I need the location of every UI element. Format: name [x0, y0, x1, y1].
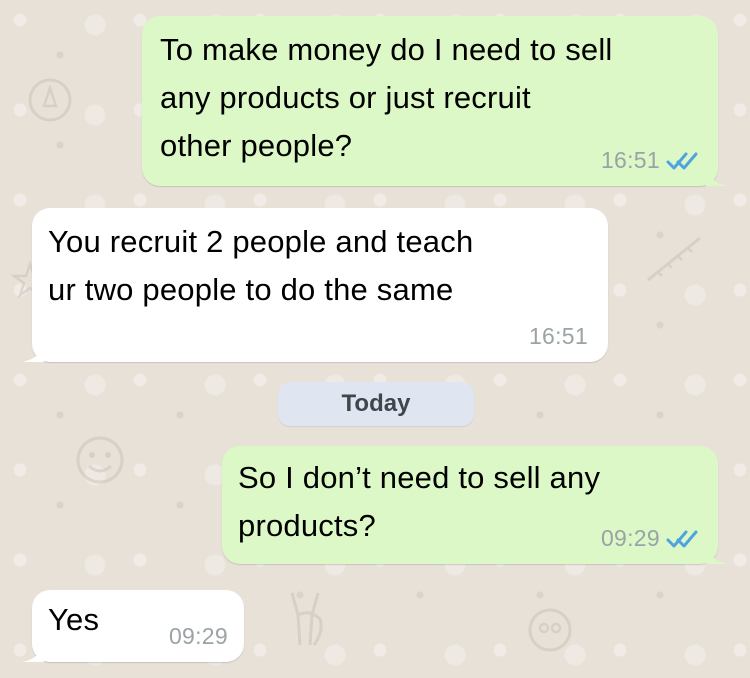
peace-hand-doodle-icon: [290, 592, 323, 646]
message-text: To make money do I need to sell any prod…: [160, 32, 613, 163]
message-time: 16:51: [600, 147, 660, 173]
message-meta: 09:29: [169, 623, 228, 650]
date-separator: Today: [278, 382, 474, 426]
compass-doodle-icon: [28, 78, 72, 122]
ruler-doodle-icon: [647, 236, 701, 282]
message-bubble-outgoing[interactable]: So I don’t need to sell any products? 09…: [222, 446, 728, 564]
message-time: 09:29: [600, 525, 660, 551]
date-separator-label: Today: [341, 390, 411, 417]
bubble-tail: [706, 166, 728, 186]
bubble-tail: [22, 642, 44, 662]
double-check-read-icon: [666, 530, 698, 547]
face-doodle-icon: [528, 608, 572, 652]
message-text: You recruit 2 people and teach ur two pe…: [48, 224, 474, 307]
message-bubble-incoming[interactable]: Yes 09:29: [22, 590, 244, 662]
message-meta: 16:51: [529, 323, 588, 350]
message-time: 09:29: [168, 623, 228, 649]
bubble-tail: [706, 544, 728, 564]
message-bubble-incoming[interactable]: You recruit 2 people and teach ur two pe…: [22, 208, 608, 362]
message-meta: 16:51: [601, 147, 700, 174]
double-check-read-icon: [666, 152, 698, 169]
smiley-doodle-icon: [76, 436, 124, 484]
message-time: 16:51: [528, 323, 588, 349]
message-bubble-outgoing[interactable]: To make money do I need to sell any prod…: [142, 16, 728, 186]
message-text: Yes: [48, 602, 100, 637]
message-meta: 09:29: [601, 525, 700, 552]
message-text: So I don’t need to sell any products?: [238, 460, 601, 543]
bubble-tail: [22, 342, 44, 362]
